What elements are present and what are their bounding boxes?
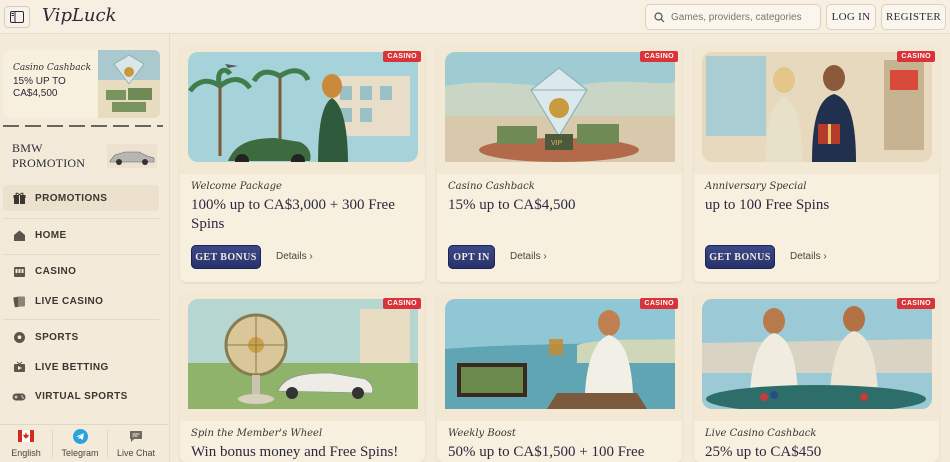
- sidebar-item-label: SPORTS: [35, 331, 79, 343]
- details-link[interactable]: Details ›: [790, 251, 827, 262]
- tv-icon: [12, 360, 26, 374]
- card-subtitle: Anniversary Special: [705, 181, 807, 192]
- svg-text:VIP: VIP: [551, 140, 563, 147]
- card-subtitle: Weekly Boost: [448, 428, 516, 439]
- details-link[interactable]: Details ›: [510, 251, 547, 262]
- casino-badge: CASINO: [383, 51, 421, 62]
- welcome-package-image: [180, 46, 425, 174]
- details-link[interactable]: Details ›: [276, 251, 313, 262]
- card-subtitle: Spin the Member's Wheel: [191, 428, 323, 439]
- sidebar-item-label: LIVE BETTING: [35, 361, 109, 373]
- login-button[interactable]: LOG IN: [826, 4, 876, 30]
- sidebar-divider: [3, 319, 159, 320]
- top-header: VipLuck LOG IN REGISTER: [0, 0, 950, 34]
- chat-icon: [129, 428, 143, 444]
- sidebar-divider: [3, 218, 159, 219]
- sidebar-item-label: PROMOTIONS: [35, 192, 108, 204]
- details-label: Details: [510, 251, 541, 262]
- sidebar-item-live-casino[interactable]: LIVE CASINO: [3, 288, 159, 314]
- casino-badge: CASINO: [897, 298, 935, 309]
- sidebar-promo-card[interactable]: Casino Cashback 15% UP TO CA$4,500: [3, 50, 160, 118]
- card-subtitle: Welcome Package: [191, 181, 282, 192]
- chevron-right-icon: ›: [823, 251, 827, 262]
- live-chat-label: Live Chat: [116, 448, 156, 458]
- casino-cashback-image: VIP: [437, 46, 682, 174]
- details-label: Details: [790, 251, 821, 262]
- card-subtitle: Casino Cashback: [448, 181, 535, 192]
- bmw-promotion-label: BMW PROMOTION: [12, 141, 86, 170]
- anniversary-special-image: [694, 46, 939, 174]
- sidebar-item-label: HOME: [35, 229, 67, 241]
- card-title: 50% up to CA$1,500 + 100 Free: [448, 444, 645, 460]
- card-title: 25% up to CA$450: [705, 444, 822, 460]
- sidebar-item-label: LIVE CASINO: [35, 295, 104, 307]
- gift-icon: [12, 191, 26, 205]
- get-bonus-button[interactable]: GET BONUS: [705, 245, 775, 269]
- bottom-divider: [107, 429, 108, 459]
- sidebar-item-label: VIRTUAL SPORTS: [35, 390, 128, 402]
- promo-card-live-casino-cashback[interactable]: CASINO Live Casino Cashback 25% up to CA…: [694, 293, 939, 462]
- live-chat-button[interactable]: Live Chat: [110, 428, 162, 462]
- promo-card-script: Casino Cashback: [13, 63, 92, 73]
- telegram-label: Telegram: [61, 448, 99, 458]
- gamepad-icon: [12, 389, 26, 403]
- chevron-right-icon: ›: [309, 251, 313, 262]
- sidebar-item-live-betting[interactable]: LIVE BETTING: [3, 354, 159, 380]
- divider-dashes: [3, 125, 163, 127]
- promo-card-text: 15% UP TO CA$4,500: [13, 76, 66, 99]
- telegram-link[interactable]: Telegram: [54, 428, 106, 462]
- language-label: English: [11, 448, 41, 458]
- sidebar-icon: [10, 11, 24, 23]
- bmw-promotion-banner[interactable]: BMW PROMOTION: [0, 141, 168, 171]
- casino-badge: CASINO: [640, 51, 678, 62]
- search-input[interactable]: [671, 11, 816, 23]
- casino-badge: CASINO: [383, 298, 421, 309]
- card-title: 100% up to CA$3,000 + 300 Free Spins: [191, 197, 395, 232]
- sidebar-item-home[interactable]: HOME: [3, 222, 159, 248]
- promo-card-weekly-boost[interactable]: CASINO Weekly Boost 50% up to CA$1,500 +…: [437, 293, 682, 462]
- sidebar: Casino Cashback 15% UP TO CA$4,500 BMW P…: [0, 34, 170, 462]
- casino-badge: CASINO: [640, 298, 678, 309]
- search-box[interactable]: [645, 4, 821, 30]
- live-casino-cashback-image: [694, 293, 939, 421]
- cards-icon: [12, 294, 26, 308]
- card-subtitle: Live Casino Cashback: [705, 428, 817, 439]
- details-label: Details: [276, 251, 307, 262]
- chevron-right-icon: ›: [543, 251, 547, 262]
- home-icon: [12, 228, 26, 242]
- promo-card-members-wheel[interactable]: CASINO Spin the Member's Wheel Win bonus…: [180, 293, 425, 462]
- diamond-cash-image: [98, 50, 160, 118]
- telegram-icon: [72, 428, 88, 444]
- sidebar-item-promotions[interactable]: PROMOTIONS: [3, 185, 159, 211]
- sidebar-bottom-bar: English Telegram Live Chat: [0, 424, 168, 462]
- sidebar-item-sports[interactable]: SPORTS: [3, 324, 159, 350]
- register-button[interactable]: REGISTER: [881, 4, 946, 30]
- sidebar-item-label: CASINO: [35, 265, 77, 277]
- promo-card-anniversary-special[interactable]: CASINO Anniversary Special up to 100 Fre…: [694, 46, 939, 282]
- slot-machine-icon: [12, 264, 26, 278]
- promo-card-welcome-package[interactable]: CASINO Welcome Package 100% up to CA$3,0…: [180, 46, 425, 282]
- opt-in-button[interactable]: OPT IN: [448, 245, 495, 269]
- sidebar-item-casino[interactable]: CASINO: [3, 258, 159, 284]
- search-icon: [654, 11, 665, 22]
- site-logo[interactable]: VipLuck: [42, 5, 117, 26]
- card-title: 15% up to CA$4,500: [448, 197, 576, 213]
- promo-card-casino-cashback[interactable]: VIP CASINO Casino Cashback 15% up to CA$…: [437, 46, 682, 282]
- casino-badge: CASINO: [897, 51, 935, 62]
- card-title: up to 100 Free Spins: [705, 197, 830, 213]
- card-title: Win bonus money and Free Spins!: [191, 444, 399, 460]
- language-selector[interactable]: English: [0, 428, 52, 462]
- weekly-boost-image: [437, 293, 682, 421]
- bottom-divider: [52, 429, 53, 459]
- members-wheel-image: [180, 293, 425, 421]
- sidebar-item-virtual-sports[interactable]: VIRTUAL SPORTS: [3, 383, 159, 409]
- sidebar-toggle-button[interactable]: [4, 6, 30, 28]
- canada-flag-icon: [18, 428, 34, 444]
- sidebar-divider: [3, 254, 159, 255]
- soccer-ball-icon: [12, 330, 26, 344]
- get-bonus-button[interactable]: GET BONUS: [191, 245, 261, 269]
- car-image: [107, 144, 157, 168]
